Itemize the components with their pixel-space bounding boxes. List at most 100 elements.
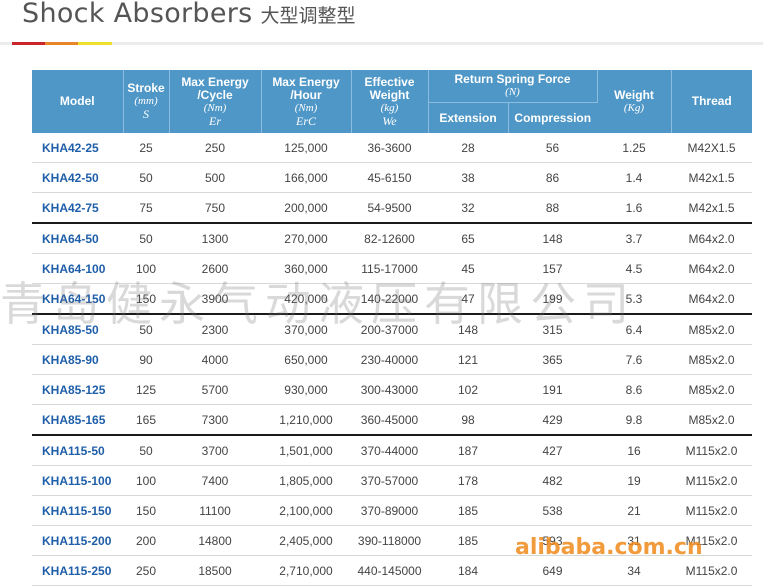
cell-model: KHA64-150 [32, 283, 123, 315]
cell-weight: 1.4 [597, 162, 672, 193]
cell-compression: 199 [508, 283, 598, 315]
cell-weight: 1.6 [597, 192, 672, 224]
table-row: KHA64-100 100 2600 360,000 115-17000 45 157 4.5… [32, 253, 753, 284]
cell-energy-hour: 2,405,000 [261, 525, 351, 556]
col-weight: Weight (Kg) [597, 70, 672, 133]
cell-thread: M42x1.5 [671, 162, 753, 193]
col-extension: Extension [428, 102, 509, 133]
cell-energy-hour: 360,000 [261, 253, 351, 284]
cell-energy-cycle: 4000 [169, 344, 261, 375]
cell-energy-hour: 1,805,000 [261, 465, 351, 496]
spec-table: Model Stroke (mm) S Max Energy /Cycle (N… [32, 70, 753, 586]
cell-stroke: 75 [123, 192, 169, 224]
cell-energy-cycle: 7400 [169, 465, 261, 496]
table-row: KHA42-50 50 500 166,000 45-6150 38 86 1.4 M42x1.… [32, 162, 753, 193]
cell-effective-weight: 230-40000 [351, 344, 428, 375]
cell-extension: 185 [428, 495, 508, 526]
title-underline [0, 42, 763, 45]
cell-effective-weight: 200-37000 [351, 313, 428, 345]
cell-stroke: 250 [123, 555, 169, 586]
cell-thread: M85x2.0 [671, 404, 753, 436]
table-row: KHA85-50 50 2300 370,000 200-37000 148 315 6.4 M… [32, 313, 753, 345]
cell-energy-cycle: 5700 [169, 374, 261, 405]
cell-thread: M42X1.5 [671, 133, 753, 163]
table-row: KHA85-125 125 5700 930,000 300-43000 102 191 8.… [32, 374, 753, 405]
cell-extension: 47 [428, 283, 508, 315]
cell-effective-weight: 82-12600 [351, 222, 428, 254]
cell-energy-cycle: 18500 [169, 555, 261, 586]
cell-compression: 538 [508, 495, 598, 526]
cell-thread: M115x2.0 [671, 465, 753, 496]
cell-energy-cycle: 14800 [169, 525, 261, 556]
cell-thread: M85x2.0 [671, 313, 753, 345]
table-row: KHA42-75 75 750 200,000 54-9500 32 88 1.6 M42x1.… [32, 192, 753, 224]
cell-thread: M115x2.0 [671, 434, 753, 466]
cell-model: KHA64-100 [32, 253, 123, 284]
cell-energy-hour: 420,000 [261, 283, 351, 315]
cell-thread: M42x1.5 [671, 192, 753, 224]
cell-model: KHA85-50 [32, 313, 123, 345]
table-row: KHA115-100 100 7400 1,805,000 370-57000 178 48… [32, 465, 753, 496]
cell-energy-hour: 2,100,000 [261, 495, 351, 526]
cell-weight: 19 [597, 465, 672, 496]
cell-effective-weight: 440-145000 [351, 555, 428, 586]
cell-compression: 148 [508, 222, 598, 254]
cell-stroke: 125 [123, 374, 169, 405]
cell-energy-hour: 1,501,000 [261, 434, 351, 466]
cell-extension: 184 [428, 555, 508, 586]
cell-model: KHA115-100 [32, 465, 123, 496]
cell-compression: 315 [508, 313, 598, 345]
cell-extension: 178 [428, 465, 508, 496]
cell-model: KHA115-50 [32, 434, 123, 466]
cell-thread: M64x2.0 [671, 283, 753, 315]
cell-effective-weight: 390-118000 [351, 525, 428, 556]
cell-energy-cycle: 2600 [169, 253, 261, 284]
col-compression: Compression [508, 102, 598, 133]
cell-weight: 9.8 [597, 404, 672, 436]
col-return-spring-force: Return Spring Force (N) [428, 70, 598, 103]
cell-effective-weight: 140-22000 [351, 283, 428, 315]
cell-stroke: 50 [123, 313, 169, 345]
cell-energy-hour: 200,000 [261, 192, 351, 224]
cell-compression: 649 [508, 555, 598, 586]
cell-thread: M115x2.0 [671, 555, 753, 586]
cell-energy-cycle: 750 [169, 192, 261, 224]
cell-effective-weight: 370-89000 [351, 495, 428, 526]
cell-extension: 98 [428, 404, 508, 436]
cell-energy-hour: 270,000 [261, 222, 351, 254]
cell-thread: M85x2.0 [671, 344, 753, 375]
table-row: KHA85-165 165 7300 1,210,000 360-45000 98 429 9… [32, 404, 753, 436]
cell-compression: 191 [508, 374, 598, 405]
page-title: Shock Absorbers 大型调整型 [22, 0, 356, 29]
col-stroke: Stroke (mm) S [123, 70, 170, 133]
cell-extension: 102 [428, 374, 508, 405]
cell-model: KHA115-250 [32, 555, 123, 586]
cell-compression: 365 [508, 344, 598, 375]
table-row: KHA85-90 90 4000 650,000 230-40000 121 365 7.6 M… [32, 344, 753, 375]
cell-extension: 38 [428, 162, 508, 193]
cell-effective-weight: 360-45000 [351, 404, 428, 436]
cell-effective-weight: 45-6150 [351, 162, 428, 193]
cell-stroke: 90 [123, 344, 169, 375]
cell-stroke: 100 [123, 253, 169, 284]
cell-weight: 34 [597, 555, 672, 586]
cell-energy-cycle: 500 [169, 162, 261, 193]
cell-energy-hour: 1,210,000 [261, 404, 351, 436]
cell-extension: 28 [428, 133, 508, 163]
cell-model: KHA115-200 [32, 525, 123, 556]
cell-model: KHA85-165 [32, 404, 123, 436]
col-effective-weight: Effective Weight (kg) We [351, 70, 429, 133]
col-max-energy-cycle: Max Energy /Cycle (Nm) Er [169, 70, 262, 133]
cell-stroke: 165 [123, 404, 169, 436]
cell-compression: 56 [508, 133, 598, 163]
cell-compression: 88 [508, 192, 598, 224]
cell-effective-weight: 54-9500 [351, 192, 428, 224]
cell-effective-weight: 36-3600 [351, 133, 428, 163]
cell-extension: 148 [428, 313, 508, 345]
cell-energy-hour: 166,000 [261, 162, 351, 193]
cell-effective-weight: 115-17000 [351, 253, 428, 284]
cell-energy-cycle: 250 [169, 133, 261, 163]
cell-model: KHA42-75 [32, 192, 123, 224]
stripe-red [12, 42, 45, 45]
cell-compression: 429 [508, 404, 598, 436]
